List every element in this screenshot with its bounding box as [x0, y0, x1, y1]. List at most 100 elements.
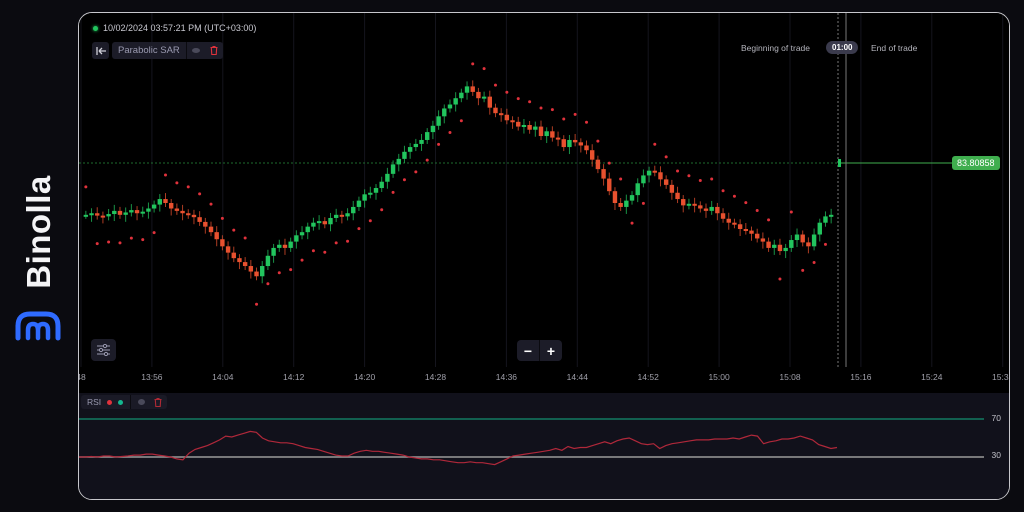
- rsi-color-green[interactable]: [118, 399, 124, 405]
- sar-dot: [220, 216, 224, 220]
- rsi-chart: [79, 418, 984, 466]
- candle-body: [754, 233, 760, 239]
- candle-body: [783, 247, 788, 252]
- rsi-color-red[interactable]: [107, 399, 113, 405]
- candle-body: [823, 216, 828, 223]
- candle-body: [567, 139, 572, 148]
- candle-body: [544, 131, 549, 137]
- trash-icon[interactable]: [154, 397, 162, 407]
- rsi-lower-level: 30: [991, 450, 1001, 460]
- candle-body: [828, 214, 834, 217]
- time-tick: 15:16: [850, 372, 872, 382]
- sar-dot: [391, 190, 395, 194]
- candle-body: [351, 206, 356, 214]
- sar-dot: [585, 120, 589, 124]
- candle-body: [789, 240, 794, 248]
- candle-body: [129, 210, 134, 213]
- candle-body: [663, 179, 669, 185]
- candle-body: [447, 104, 453, 109]
- sar-dot: [789, 210, 793, 214]
- candle-body: [89, 213, 94, 216]
- candle-body: [652, 170, 657, 173]
- binolla-logo-icon: [15, 311, 61, 341]
- brand-name: Binolla: [20, 175, 57, 289]
- candle-body: [430, 125, 436, 133]
- zoom-in-button[interactable]: +: [540, 340, 562, 361]
- eye-icon[interactable]: [187, 42, 205, 59]
- candle-body: [811, 234, 817, 247]
- price-chart[interactable]: [79, 13, 1009, 367]
- sar-dot: [141, 238, 145, 242]
- zoom-out-button[interactable]: −: [517, 340, 540, 361]
- candle-body: [288, 241, 293, 248]
- sar-dot: [710, 177, 714, 181]
- candle-body: [675, 192, 680, 200]
- chart-settings-button[interactable]: [91, 339, 116, 361]
- candle-body: [436, 116, 441, 126]
- sar-dot: [357, 227, 361, 231]
- sar-dot: [380, 208, 384, 212]
- collapse-left-icon[interactable]: [92, 42, 109, 59]
- sar-dot: [255, 302, 259, 306]
- candle-body: [260, 266, 265, 277]
- eye-icon[interactable]: [138, 399, 146, 405]
- sar-dot: [95, 242, 99, 246]
- candle-body: [203, 221, 208, 227]
- time-tick: 48: [79, 372, 86, 382]
- sar-dot: [186, 185, 190, 189]
- candle-body: [442, 108, 447, 117]
- candle-body: [339, 214, 345, 217]
- candle-body: [555, 137, 561, 140]
- candle-body: [237, 258, 242, 263]
- indicator-name[interactable]: Parabolic SAR: [112, 42, 187, 59]
- time-tick: 14:52: [637, 372, 659, 382]
- sar-dot: [277, 271, 281, 275]
- candle-body: [618, 203, 623, 207]
- candle-body: [550, 131, 555, 138]
- candle-body: [271, 247, 276, 256]
- time-tick: 15:00: [708, 372, 730, 382]
- beginning-of-trade-label: Beginning of trade: [741, 43, 810, 53]
- time-axis: 48 13:56 14:04 14:12 14:20 14:28 14:36 14:44 14:…: [79, 367, 1009, 391]
- candle-body: [516, 121, 521, 127]
- candle-body: [123, 212, 128, 215]
- price-chart-area[interactable]: 10/02/2024 03:57:21 PM (UTC+03:00) Parab…: [79, 13, 1009, 393]
- candle-body: [396, 158, 401, 165]
- candle-body: [459, 92, 464, 99]
- candle-body: [328, 217, 333, 225]
- sar-dot: [516, 97, 520, 101]
- candle-body: [299, 232, 305, 236]
- candle-body: [425, 132, 430, 140]
- candle-body: [686, 203, 692, 206]
- candle-body: [669, 184, 675, 193]
- sar-dot: [801, 268, 805, 272]
- sar-dot: [289, 268, 293, 272]
- candle-body: [322, 221, 327, 225]
- sar-dot: [402, 178, 406, 182]
- sar-dot: [687, 174, 691, 178]
- rsi-line: [79, 430, 838, 466]
- candle-body: [191, 214, 197, 218]
- candle-body: [487, 96, 492, 108]
- sar-dot: [744, 201, 748, 205]
- rsi-label[interactable]: RSI: [81, 397, 104, 407]
- trash-icon[interactable]: [205, 42, 223, 59]
- candle-body: [766, 241, 771, 248]
- candle-body: [510, 120, 515, 123]
- candle-body: [311, 222, 316, 227]
- candle-body: [772, 244, 777, 248]
- sar-dot: [118, 241, 122, 245]
- candle-body: [214, 232, 219, 240]
- sar-dot: [653, 142, 657, 146]
- sar-dot: [539, 106, 543, 110]
- candle-body: [749, 230, 754, 234]
- sar-dot: [414, 170, 418, 174]
- candle-body: [345, 213, 350, 217]
- candle-body: [453, 98, 458, 105]
- rsi-panel[interactable]: RSI 70 30: [79, 393, 1009, 499]
- sar-dot: [152, 231, 156, 235]
- candle-body: [635, 183, 640, 196]
- candle-body: [777, 244, 783, 252]
- sar-dot: [550, 108, 554, 112]
- sar-dot: [300, 258, 304, 262]
